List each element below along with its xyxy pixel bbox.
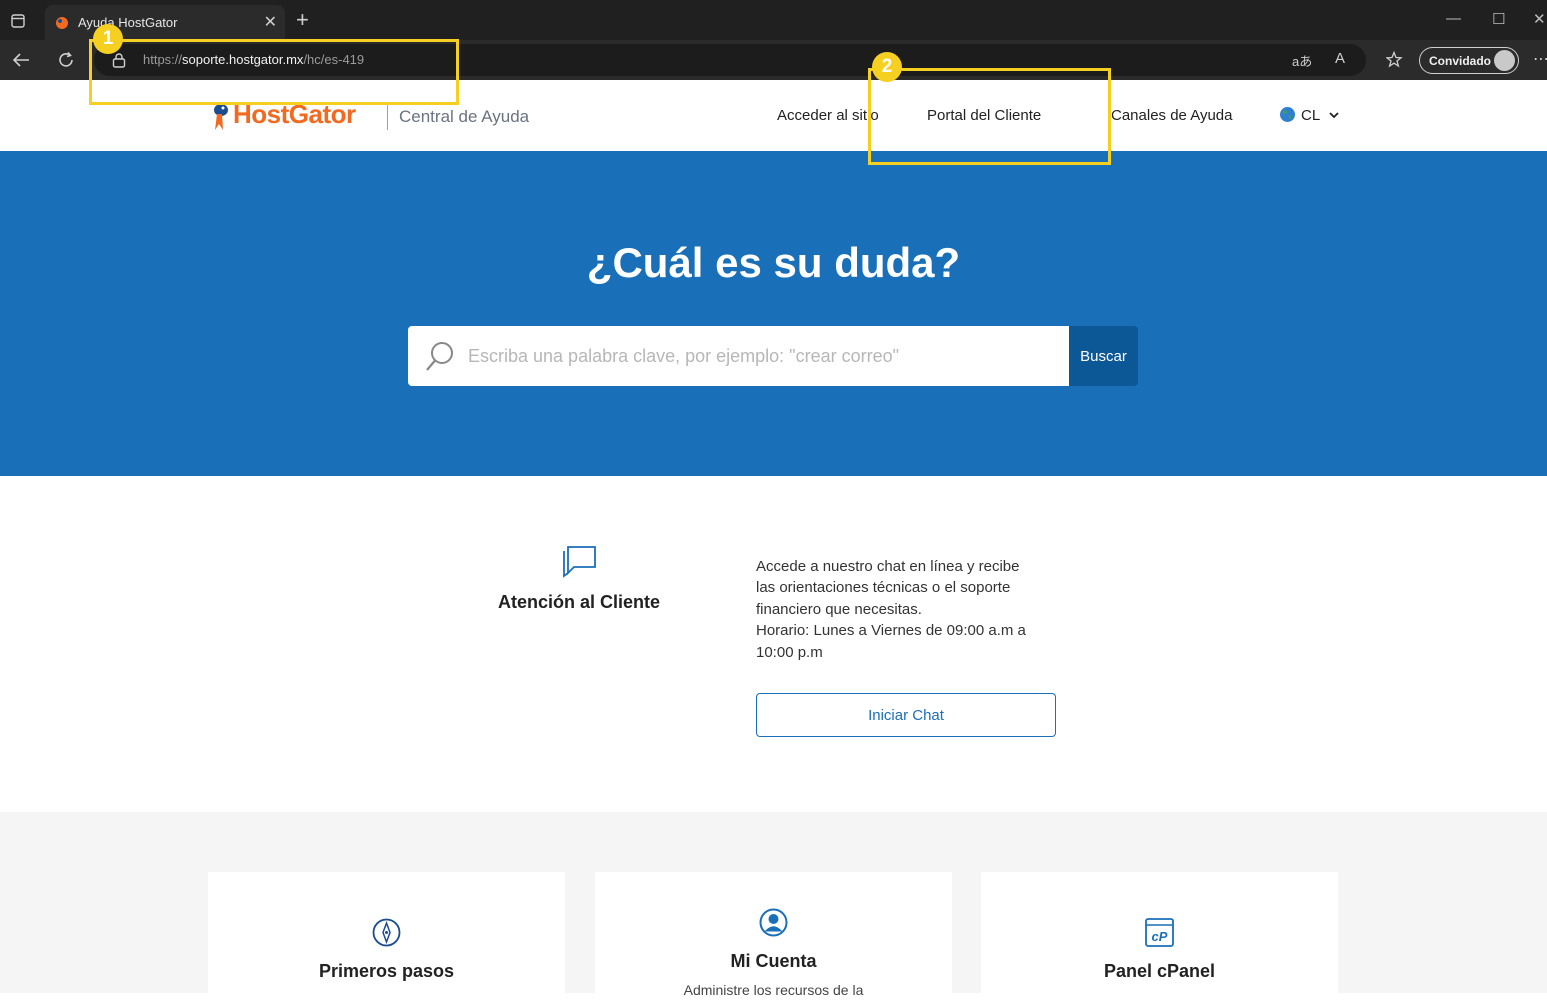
hero-section: ¿Cuál es su duda? Buscar xyxy=(0,151,1547,476)
support-text-line: las orientaciones técnicas o el soporte xyxy=(756,579,1011,596)
tab-bar: Ayuda HostGator ✕ + — ☐ ✕ xyxy=(0,0,1547,40)
back-icon[interactable] xyxy=(12,52,30,68)
search-button[interactable]: Buscar xyxy=(1069,326,1138,386)
minimize-icon[interactable]: — xyxy=(1446,10,1461,27)
region-selector[interactable]: CL xyxy=(1279,106,1343,126)
support-hours-line: 10:00 p.m xyxy=(756,644,823,661)
tab-actions-icon[interactable] xyxy=(11,14,25,28)
more-options-icon[interactable]: ⋯ xyxy=(1533,49,1547,69)
profile-label: Convidado xyxy=(1429,54,1491,68)
hero-title: ¿Cuál es su duda? xyxy=(586,239,961,286)
translate-icon[interactable]: aあ xyxy=(1292,51,1312,70)
search-icon xyxy=(426,342,453,371)
svg-text:cP: cP xyxy=(1152,929,1168,944)
browser-tab[interactable]: Ayuda HostGator ✕ xyxy=(45,5,285,40)
support-text-line: financiero que necesitas. xyxy=(756,601,922,618)
nav-access-site[interactable]: Acceder al sitio xyxy=(777,107,879,124)
profile-button[interactable]: Convidado xyxy=(1419,47,1519,74)
cards-section: Primeros pasos Mi Cuenta Administre los … xyxy=(0,812,1547,1002)
user-icon xyxy=(759,908,788,937)
tab-close-icon[interactable]: ✕ xyxy=(264,12,277,32)
logo-divider xyxy=(387,102,388,130)
card-getting-started[interactable]: Primeros pasos xyxy=(208,872,565,1002)
card-title: Primeros pasos xyxy=(318,961,455,981)
favorites-icon[interactable] xyxy=(1386,51,1404,69)
start-chat-button[interactable]: Iniciar Chat xyxy=(756,693,1056,737)
maximize-icon[interactable]: ☐ xyxy=(1492,10,1505,28)
card-cpanel[interactable]: cP Panel cPanel xyxy=(981,872,1338,1002)
annotation-highlight-2 xyxy=(868,68,1111,165)
card-title: Mi Cuenta xyxy=(730,951,817,971)
cpanel-icon: cP xyxy=(1145,918,1174,947)
chevron-down-icon xyxy=(1329,112,1339,119)
annotation-badge-1: 1 xyxy=(93,24,123,54)
annotation-badge-2: 2 xyxy=(872,52,902,82)
globe-icon xyxy=(1280,107,1295,122)
support-title: Atención al Cliente xyxy=(497,592,661,612)
support-text-line: Accede a nuestro chat en línea y recibe xyxy=(756,558,1020,575)
support-section: Atención al Cliente Accede a nuestro cha… xyxy=(0,476,1547,812)
hostgator-favicon-icon xyxy=(56,17,68,29)
profile-avatar-icon xyxy=(1494,50,1515,71)
chat-bubble-icon xyxy=(563,546,596,578)
card-description: Administre los recursos de la xyxy=(683,982,864,998)
read-aloud-icon[interactable]: A xyxy=(1335,50,1345,67)
close-window-icon[interactable]: ✕ xyxy=(1533,10,1546,28)
card-my-account[interactable]: Mi Cuenta Administre los recursos de la xyxy=(595,872,952,1002)
reload-icon[interactable] xyxy=(57,51,75,69)
tab-title: Ayuda HostGator xyxy=(78,15,178,30)
search-input[interactable] xyxy=(468,340,1058,372)
card-title: Panel cPanel xyxy=(1103,961,1216,981)
logo-subtitle: Central de Ayuda xyxy=(399,107,530,126)
support-hours-line: Horario: Lunes a Viernes de 09:00 a.m a xyxy=(756,622,1026,639)
nav-help-channels[interactable]: Canales de Ayuda xyxy=(1111,107,1233,124)
annotation-highlight-1 xyxy=(89,39,459,105)
region-code: CL xyxy=(1301,107,1321,124)
compass-icon xyxy=(372,918,401,947)
search-box[interactable] xyxy=(408,326,1069,386)
new-tab-button[interactable]: + xyxy=(296,9,309,31)
